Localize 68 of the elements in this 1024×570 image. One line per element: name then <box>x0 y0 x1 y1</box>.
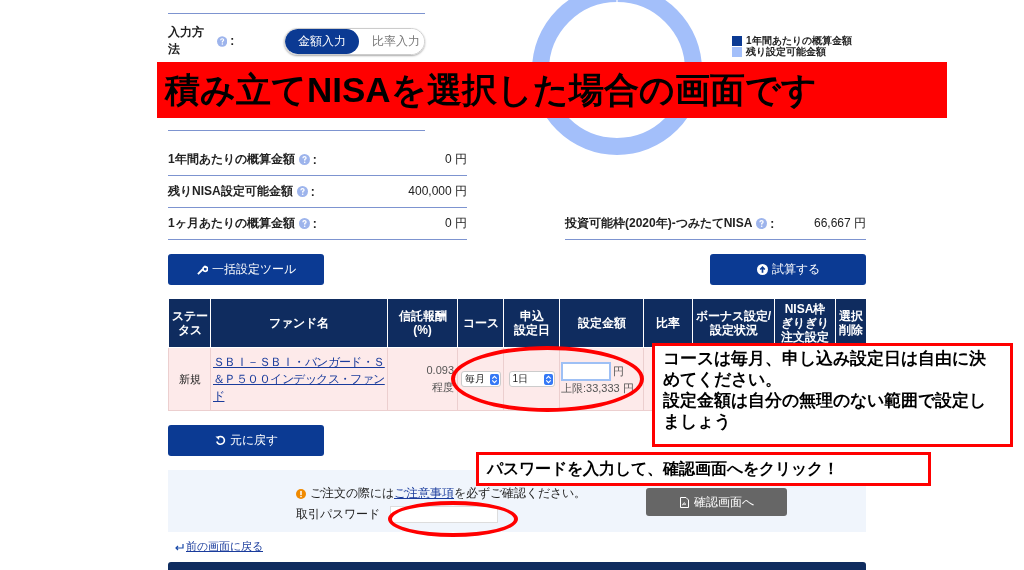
column-header: ぎりぎり <box>780 316 830 330</box>
colon-text: : <box>230 34 235 48</box>
quota-label: 投資可能枠(2020年)-つみたてNISA <box>565 215 753 232</box>
legend-label: 残り設定可能金額 <box>746 46 826 57</box>
column-header: 申込 <box>518 309 545 323</box>
column-header: 設定日 <box>512 323 551 337</box>
summary-label: 残りNISA設定可能金額 <box>168 183 293 200</box>
undo-icon <box>214 435 226 446</box>
fee-value: 0.093 <box>426 364 454 376</box>
input-method-tab[interactable]: 金額入力 <box>285 28 360 54</box>
status-cell: 新規 <box>168 347 211 411</box>
confirm-button[interactable]: 確認画面へ <box>646 488 787 516</box>
colon-text: : <box>312 152 317 167</box>
column-header: 選択 <box>838 309 864 323</box>
back-link[interactable]: 前の画面に戻る <box>186 539 263 554</box>
simulate-button[interactable]: 試算する <box>710 254 866 285</box>
amount-input[interactable] <box>561 362 611 381</box>
reset-button[interactable]: 元に戻す <box>168 425 324 456</box>
bulk-settings-button[interactable]: 一括設定ツール <box>168 254 324 285</box>
input-method-label: 入力方法 <box>168 24 205 58</box>
return-arrow-icon <box>174 542 184 551</box>
notice-text: ご注文の際にはご注意事項を必ずご確認ください。 <box>310 485 586 502</box>
help-icon <box>756 218 768 229</box>
password-input[interactable] <box>390 506 498 523</box>
document-icon <box>679 496 690 508</box>
help-icon <box>298 154 310 165</box>
column-header: 注文設定 <box>780 330 830 344</box>
column-header: コース <box>461 316 500 330</box>
column-header: 設定金額 <box>576 316 627 330</box>
course-select[interactable]: 毎月 <box>461 371 501 387</box>
column-header: タス <box>176 323 203 337</box>
warning-icon <box>296 488 306 499</box>
stepper-icon <box>543 373 553 385</box>
summary-label: 1ヶ月あたりの概算金額 <box>168 215 295 232</box>
notice-link[interactable]: ご注意事項 <box>394 486 454 500</box>
summary-value: 400,000 円 <box>408 183 467 200</box>
wrench-icon <box>196 264 208 275</box>
column-header: 設定状況 <box>708 323 759 337</box>
column-header: 信託報酬 <box>397 309 448 323</box>
column-header: 比率 <box>655 316 681 330</box>
fee-note: 程度 <box>432 381 454 393</box>
annotation-text: パスワードを入力して、確認画面へをクリック！ <box>487 459 840 479</box>
column-header: NISA枠 <box>783 302 827 316</box>
annotation-banner: 積み立てNISAを選択した場合の画面です <box>157 62 947 118</box>
column-header: ステー <box>170 309 209 323</box>
up-arrow-icon <box>756 264 768 275</box>
column-header: ファンド名 <box>268 316 330 330</box>
colon-text: : <box>770 216 775 231</box>
input-method-tab[interactable]: 比率入力 <box>359 28 424 54</box>
legend-label: 1年間あたりの概算金額 <box>746 35 852 46</box>
summary-value: 0 円 <box>445 151 467 168</box>
column-header: (%) <box>412 323 433 337</box>
summary-label: 1年間あたりの概算金額 <box>168 151 295 168</box>
help-icon <box>298 218 310 229</box>
colon-text: : <box>312 216 317 231</box>
day-select[interactable]: 1日 <box>508 371 555 387</box>
annotation-text: 設定金額は自分の無理のない範囲で設定しましょう <box>663 390 987 432</box>
quota-value: 66,667 円 <box>813 215 866 232</box>
stepper-icon <box>490 373 499 385</box>
annotation-text: コースは毎月、申し込み設定日は自由に決めてください。 <box>663 348 987 390</box>
help-icon <box>296 186 308 197</box>
colon-text: : <box>310 184 315 199</box>
column-header: 削除 <box>838 323 864 337</box>
column-header: ボーナス設定/ <box>694 309 773 323</box>
help-icon <box>217 35 228 47</box>
summary-value: 0 円 <box>445 215 467 232</box>
amount-unit: 円 <box>613 364 624 379</box>
password-label: 取引パスワード <box>296 506 380 523</box>
